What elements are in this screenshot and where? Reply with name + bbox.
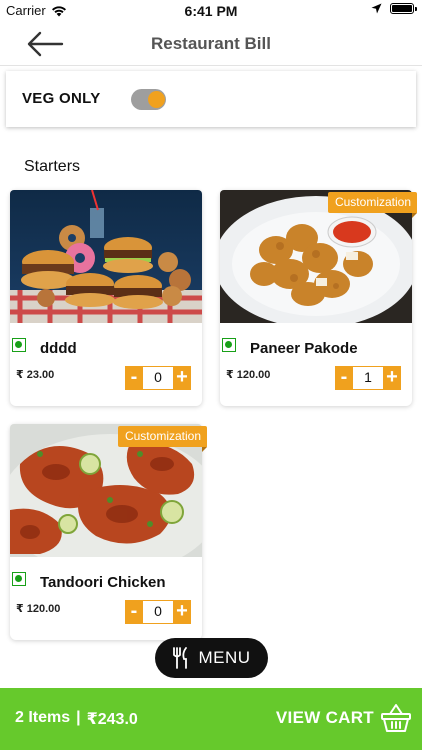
increment-button[interactable]: + — [173, 600, 191, 624]
shopping-basket-icon — [381, 704, 411, 732]
dish-name: Tandoori Chicken — [40, 574, 166, 591]
quantity-value: 0 — [143, 366, 173, 390]
veg-only-toggle[interactable] — [131, 89, 166, 110]
decrement-button[interactable]: - — [335, 366, 353, 390]
cart-separator: | — [76, 709, 81, 726]
dish-price: ₹ 120.00 — [226, 369, 271, 381]
cart-bar[interactable]: 2 Items | ₹243.0 VIEW CART — [0, 688, 422, 750]
toggle-knob — [148, 91, 165, 108]
menu-button[interactable]: MENU — [155, 638, 268, 678]
status-time: 6:41 PM — [184, 3, 238, 19]
veg-indicator-icon — [12, 338, 26, 352]
veg-only-label: VEG ONLY — [22, 90, 101, 107]
navigation-bar: Restaurant Bill — [0, 22, 422, 66]
view-cart-label: VIEW CART — [275, 708, 374, 727]
fork-knife-icon — [173, 647, 188, 669]
page-title: Restaurant Bill — [151, 34, 271, 53]
dish-image-burger — [10, 190, 202, 323]
status-right — [371, 3, 417, 14]
status-bar: Carrier 6:41 PM — [0, 0, 422, 22]
dish-card[interactable]: dddd ₹ 23.00 - 0 + — [10, 190, 202, 406]
battery-icon — [390, 3, 417, 14]
quantity-stepper: - 0 + — [125, 600, 191, 624]
decrement-button[interactable]: - — [125, 600, 143, 624]
customization-tag[interactable]: Customization — [327, 192, 418, 218]
dish-name: Paneer Pakode — [250, 340, 358, 357]
quantity-stepper: - 1 + — [335, 366, 401, 390]
dish-price: ₹ 23.00 — [16, 369, 55, 381]
veg-indicator-icon — [12, 572, 26, 586]
increment-button[interactable]: + — [383, 366, 401, 390]
quantity-stepper: - 0 + — [125, 366, 191, 390]
cart-total: ₹243.0 — [86, 711, 138, 728]
section-title: Starters — [24, 158, 81, 175]
increment-button[interactable]: + — [173, 366, 191, 390]
dish-name: dddd — [40, 340, 77, 357]
cart-item-count: 2 Items — [15, 709, 71, 726]
dish-price: ₹ 120.00 — [16, 603, 61, 615]
menu-label: MENU — [198, 648, 251, 667]
dish-card[interactable]: Customization Paneer Pakode ₹ 120.00 - 1… — [220, 190, 418, 406]
view-cart-button[interactable]: VIEW CART — [276, 702, 412, 734]
veg-indicator-icon — [222, 338, 236, 352]
veg-filter-card: VEG ONLY — [6, 71, 416, 127]
location-arrow-icon — [371, 3, 382, 14]
cart-summary: 2 Items | ₹243.0 — [15, 709, 138, 729]
dish-card[interactable]: Customization Tandoori Chicken ₹ 120.00 … — [10, 424, 208, 640]
quantity-value: 1 — [353, 366, 383, 390]
decrement-button[interactable]: - — [125, 366, 143, 390]
quantity-value: 0 — [143, 600, 173, 624]
customization-tag[interactable]: Customization — [117, 426, 208, 452]
